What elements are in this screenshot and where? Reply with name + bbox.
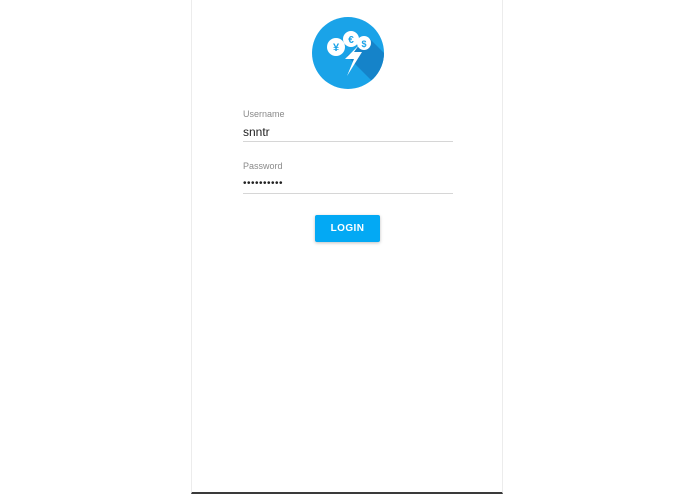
password-field: Password [243,161,453,194]
password-input[interactable] [243,174,453,194]
currency-lightning-icon: ¥ € $ [312,17,384,89]
password-label: Password [243,161,283,171]
dollar-symbol: $ [361,39,366,49]
login-panel: ¥ € $ Username Password LOGIN [191,0,503,494]
app-logo: ¥ € $ [311,16,385,90]
username-input[interactable] [243,122,453,142]
yen-symbol: ¥ [333,42,340,54]
login-button[interactable]: LOGIN [315,215,380,242]
username-field: Username [243,109,453,142]
username-label: Username [243,109,285,119]
login-page: ¥ € $ Username Password LOGIN [0,0,695,494]
euro-symbol: € [348,35,354,46]
